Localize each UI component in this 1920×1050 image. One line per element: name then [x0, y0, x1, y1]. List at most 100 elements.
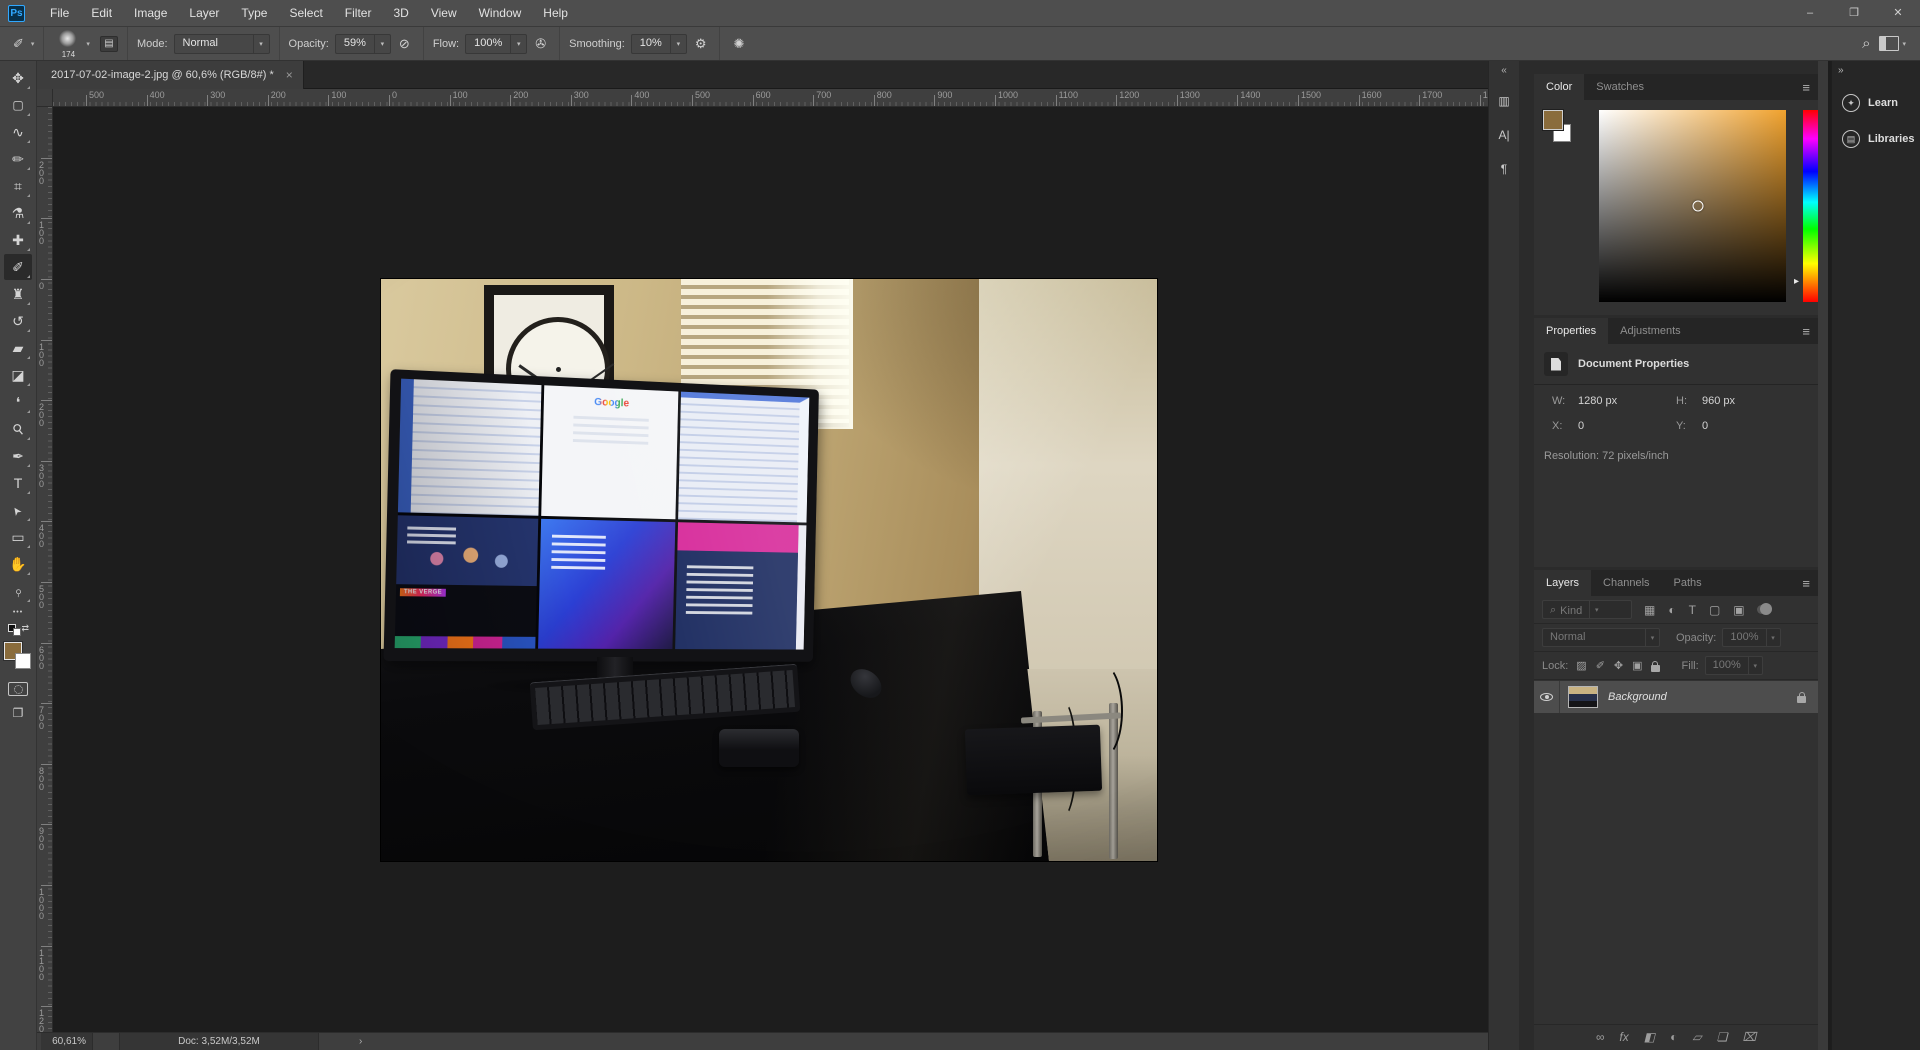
adjustment-filter-icon[interactable]: ◐: [1668, 603, 1675, 617]
link-layers-icon[interactable]: ∞: [1596, 1030, 1605, 1044]
saturation-brightness-field[interactable]: [1599, 110, 1786, 302]
ruler-origin-corner[interactable]: [37, 89, 53, 107]
workspace-switcher-icon[interactable]: [1879, 36, 1900, 51]
layer-filter-toggle[interactable]: [1756, 603, 1772, 615]
paragraph-panel-icon[interactable]: ¶: [1493, 158, 1515, 180]
clone-stamp-tool[interactable]: ♜: [4, 281, 32, 307]
dodge-tool[interactable]: ⚲: [4, 416, 32, 442]
move-tool[interactable]: ✥: [4, 65, 32, 91]
menu-help[interactable]: Help: [532, 0, 579, 26]
prop-value[interactable]: 0: [1702, 420, 1818, 432]
libraries-panel[interactable]: ▤ Libraries: [1832, 121, 1920, 157]
quick-mask-button[interactable]: [8, 682, 28, 696]
size-pressure-icon[interactable]: ✺: [733, 36, 744, 52]
lock-artboard-icon[interactable]: ▣: [1632, 659, 1642, 672]
edit-toolbar-icon[interactable]: •••: [13, 609, 23, 616]
rectangle-tool[interactable]: ▭: [4, 524, 32, 550]
character-panel-icon[interactable]: A|: [1493, 124, 1515, 146]
adjustment-layer-icon[interactable]: ◐: [1670, 1030, 1677, 1044]
menu-layer[interactable]: Layer: [178, 0, 230, 26]
default-swap-colors[interactable]: ⇄: [7, 623, 29, 638]
healing-brush-tool[interactable]: ✚: [4, 227, 32, 253]
pen-tool[interactable]: ✒: [4, 443, 32, 469]
eyedropper-tool[interactable]: ⚗: [4, 200, 32, 226]
history-brush-tool[interactable]: ↺: [4, 308, 32, 334]
search-icon[interactable]: ⌕: [1862, 35, 1870, 52]
flow-select[interactable]: 100% ▾: [465, 33, 528, 54]
canvas-viewport[interactable]: Google THE VERGE: [53, 107, 1488, 1032]
hue-slider-arrow-icon[interactable]: ▸: [1794, 276, 1799, 287]
collapse-rail-icon[interactable]: »: [1838, 65, 1844, 76]
blend-mode-select[interactable]: Normal ▾: [1542, 628, 1660, 647]
layers-opacity-select[interactable]: 100% ▾: [1722, 628, 1781, 647]
tab-channels[interactable]: Channels: [1591, 570, 1661, 596]
brush-tool[interactable]: ✐: [4, 254, 32, 280]
minimize-button[interactable]: –: [1788, 0, 1832, 26]
hand-tool[interactable]: ✋: [4, 551, 32, 577]
layer-style-icon[interactable]: fx: [1619, 1030, 1628, 1044]
tab-layers[interactable]: Layers: [1534, 570, 1592, 596]
quick-selection-tool[interactable]: ✏: [4, 146, 32, 172]
document-image[interactable]: Google THE VERGE: [381, 279, 1157, 861]
restore-button[interactable]: ❐: [1832, 0, 1876, 26]
screen-mode-button[interactable]: ❐: [13, 706, 24, 720]
opacity-pressure-icon[interactable]: ⊘: [399, 36, 410, 52]
type-tool[interactable]: T: [4, 470, 32, 496]
gradient-tool[interactable]: ◪: [4, 362, 32, 388]
brush-tool-preset-icon[interactable]: ✐: [13, 36, 24, 52]
blur-tool[interactable]: ❛: [4, 389, 32, 415]
hue-slider[interactable]: [1803, 110, 1821, 302]
background-color-well[interactable]: [15, 653, 31, 669]
prop-value[interactable]: 1280 px: [1578, 395, 1676, 407]
menu-select[interactable]: Select: [278, 0, 333, 26]
type-filter-icon[interactable]: T: [1689, 603, 1696, 617]
menu-file[interactable]: File: [39, 0, 80, 26]
smoothing-select[interactable]: 10% ▾: [630, 33, 687, 54]
delete-layer-icon[interactable]: ⌧: [1742, 1030, 1756, 1044]
opacity-select[interactable]: 59% ▾: [334, 33, 391, 54]
menu-window[interactable]: Window: [468, 0, 533, 26]
tool-preset-chevron-icon[interactable]: ▾: [31, 40, 35, 48]
path-selection-tool[interactable]: ➤: [4, 497, 32, 523]
layer-visibility-toggle[interactable]: [1534, 681, 1560, 713]
layer-row-background[interactable]: Background: [1534, 681, 1818, 713]
layer-group-icon[interactable]: ▱: [1692, 1030, 1701, 1044]
menu-filter[interactable]: Filter: [334, 0, 383, 26]
lock-transparency-icon[interactable]: ▨: [1576, 659, 1586, 672]
lock-paint-icon[interactable]: ✐: [1596, 659, 1605, 672]
lock-all-icon[interactable]: [1650, 660, 1660, 672]
workspace-chevron-icon[interactable]: ▾: [1902, 40, 1906, 48]
mode-select[interactable]: Normal ▾: [173, 33, 270, 54]
layer-mask-icon[interactable]: ◧: [1644, 1030, 1655, 1044]
learn-panel[interactable]: ✦ Learn: [1832, 85, 1920, 121]
shape-filter-icon[interactable]: ▢: [1709, 603, 1720, 617]
brush-picker-chevron-icon[interactable]: ▾: [86, 40, 90, 48]
tab-adjustments[interactable]: Adjustments: [1608, 318, 1693, 344]
layer-filter-kind-select[interactable]: ⌕ Kind ▾: [1542, 600, 1632, 619]
fill-select[interactable]: 100% ▾: [1704, 656, 1763, 675]
pixel-filter-icon[interactable]: ▦: [1644, 603, 1655, 617]
crop-tool[interactable]: ⌗: [4, 173, 32, 199]
tab-paths[interactable]: Paths: [1662, 570, 1714, 596]
prop-value[interactable]: 0: [1578, 420, 1676, 432]
document-tab[interactable]: 2017-07-02-image-2.jpg @ 60,6% (RGB/8#) …: [37, 61, 304, 89]
status-zoom-field[interactable]: 60,61%: [41, 1033, 93, 1050]
tab-color[interactable]: Color: [1534, 74, 1585, 100]
panel-columns-icon[interactable]: ▥: [1493, 90, 1515, 112]
color-foreground-chip[interactable]: [1542, 109, 1564, 131]
marquee-tool[interactable]: ▢: [4, 92, 32, 118]
color-picker-marker[interactable]: [1692, 200, 1704, 212]
airbrush-icon[interactable]: ✇: [535, 36, 546, 52]
tab-properties[interactable]: Properties: [1534, 318, 1609, 344]
lock-position-icon[interactable]: ✥: [1614, 659, 1623, 672]
menu-type[interactable]: Type: [230, 0, 278, 26]
layers-panel-menu-icon[interactable]: ≡: [1802, 576, 1810, 591]
close-button[interactable]: ✕: [1876, 0, 1920, 26]
tab-swatches[interactable]: Swatches: [1584, 74, 1656, 100]
layer-name[interactable]: Background: [1608, 691, 1797, 703]
brush-settings-panel-toggle[interactable]: ▤: [99, 35, 118, 52]
color-panel-menu-icon[interactable]: ≡: [1802, 80, 1810, 95]
status-chevron-icon[interactable]: ›: [359, 1036, 362, 1047]
expand-panels-icon[interactable]: «: [1501, 65, 1507, 76]
menu-edit[interactable]: Edit: [80, 0, 123, 26]
